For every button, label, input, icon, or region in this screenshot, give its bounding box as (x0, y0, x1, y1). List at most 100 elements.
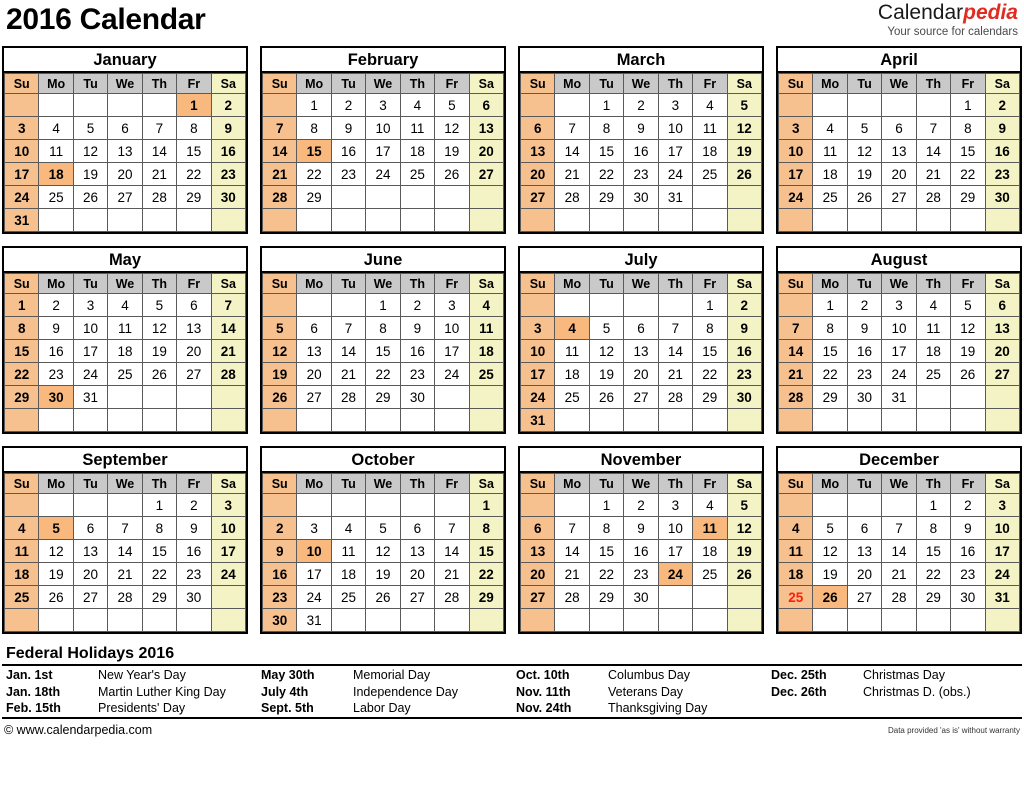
day-cell[interactable]: 27 (519, 585, 556, 609)
day-cell[interactable]: 1 (950, 93, 986, 117)
day-cell[interactable]: 29 (950, 185, 986, 209)
day-cell[interactable]: 25 (38, 185, 74, 209)
day-cell[interactable]: 9 (950, 516, 986, 540)
day-cell[interactable]: 23 (38, 362, 74, 386)
day-cell[interactable]: 4 (692, 493, 728, 517)
day-cell[interactable]: 28 (554, 585, 590, 609)
day-cell[interactable]: 27 (72, 585, 109, 609)
day-cell[interactable]: 14 (657, 339, 694, 363)
day-cell[interactable]: 26 (141, 362, 178, 386)
day-cell[interactable]: 14 (554, 539, 590, 563)
day-cell[interactable]: 7 (434, 516, 470, 540)
day-cell[interactable]: 7 (657, 316, 694, 340)
day-cell[interactable]: 17 (72, 339, 109, 363)
day-cell[interactable]: 7 (881, 516, 917, 540)
day-cell[interactable]: 24 (984, 562, 1021, 586)
day-cell[interactable]: 22 (468, 562, 505, 586)
day-cell-holiday[interactable]: 15 (296, 139, 332, 163)
day-cell[interactable]: 15 (3, 339, 40, 363)
day-cell[interactable]: 18 (692, 539, 728, 563)
day-cell[interactable]: 8 (141, 516, 178, 540)
day-cell[interactable]: 30 (623, 585, 659, 609)
day-cell[interactable]: 13 (72, 539, 109, 563)
day-cell[interactable]: 13 (468, 116, 505, 140)
day-cell[interactable]: 8 (812, 316, 848, 340)
day-cell[interactable]: 1 (588, 493, 625, 517)
day-cell[interactable]: 23 (176, 562, 212, 586)
day-cell[interactable]: 6 (107, 116, 143, 140)
day-cell[interactable]: 20 (72, 562, 109, 586)
day-cell-holiday[interactable]: 4 (554, 316, 590, 340)
day-cell[interactable]: 10 (657, 516, 694, 540)
day-cell[interactable]: 29 (588, 585, 625, 609)
day-cell[interactable]: 2 (726, 293, 763, 317)
day-cell[interactable]: 20 (176, 339, 212, 363)
day-cell-holiday[interactable]: 10 (296, 539, 332, 563)
day-cell[interactable]: 17 (210, 539, 247, 563)
day-cell[interactable]: 2 (261, 516, 298, 540)
day-cell[interactable]: 26 (72, 185, 109, 209)
day-cell[interactable]: 23 (726, 362, 763, 386)
day-cell[interactable]: 16 (984, 139, 1021, 163)
day-cell[interactable]: 21 (554, 162, 590, 186)
day-cell[interactable]: 4 (812, 116, 848, 140)
day-cell[interactable]: 18 (812, 162, 848, 186)
day-cell[interactable]: 10 (519, 339, 556, 363)
day-cell[interactable]: 6 (399, 516, 436, 540)
day-cell[interactable]: 8 (915, 516, 952, 540)
day-cell[interactable]: 10 (210, 516, 247, 540)
day-cell[interactable]: 16 (210, 139, 247, 163)
day-cell[interactable]: 29 (365, 385, 401, 409)
day-cell[interactable]: 14 (915, 139, 952, 163)
day-cell[interactable]: 18 (692, 139, 728, 163)
day-cell[interactable]: 13 (519, 139, 556, 163)
day-cell[interactable]: 23 (623, 562, 659, 586)
day-cell[interactable]: 6 (468, 93, 505, 117)
day-cell[interactable]: 14 (330, 339, 367, 363)
day-cell[interactable]: 16 (38, 339, 74, 363)
day-cell[interactable]: 5 (72, 116, 109, 140)
day-cell[interactable]: 12 (38, 539, 74, 563)
day-cell[interactable]: 7 (330, 316, 367, 340)
day-cell[interactable]: 28 (881, 585, 917, 609)
day-cell[interactable]: 6 (881, 116, 917, 140)
day-cell[interactable]: 9 (399, 316, 436, 340)
day-cell[interactable]: 25 (692, 562, 728, 586)
day-cell[interactable]: 3 (365, 93, 401, 117)
day-cell[interactable]: 30 (726, 385, 763, 409)
day-cell[interactable]: 25 (692, 162, 728, 186)
day-cell[interactable]: 16 (176, 539, 212, 563)
day-cell[interactable]: 19 (38, 562, 74, 586)
day-cell[interactable]: 21 (434, 562, 470, 586)
day-cell[interactable]: 3 (519, 316, 556, 340)
day-cell[interactable]: 24 (365, 162, 401, 186)
day-cell[interactable]: 7 (210, 293, 247, 317)
day-cell[interactable]: 13 (623, 339, 659, 363)
day-cell[interactable]: 17 (519, 362, 556, 386)
day-cell[interactable]: 4 (468, 293, 505, 317)
day-cell[interactable]: 24 (72, 362, 109, 386)
day-cell[interactable]: 21 (141, 162, 178, 186)
day-cell[interactable]: 9 (330, 116, 367, 140)
day-cell[interactable]: 30 (623, 185, 659, 209)
day-cell[interactable]: 8 (296, 116, 332, 140)
day-cell[interactable]: 24 (296, 585, 332, 609)
day-cell[interactable]: 6 (846, 516, 883, 540)
day-cell[interactable]: 24 (3, 185, 40, 209)
day-cell[interactable]: 28 (434, 585, 470, 609)
day-cell[interactable]: 28 (330, 385, 367, 409)
day-cell[interactable]: 2 (210, 93, 247, 117)
day-cell[interactable]: 1 (296, 93, 332, 117)
day-cell[interactable]: 24 (210, 562, 247, 586)
day-cell[interactable]: 12 (261, 339, 298, 363)
day-cell[interactable]: 3 (984, 493, 1021, 517)
day-cell[interactable]: 9 (176, 516, 212, 540)
day-cell[interactable]: 25 (399, 162, 436, 186)
day-cell[interactable]: 25 (812, 185, 848, 209)
day-cell[interactable]: 14 (434, 539, 470, 563)
day-cell[interactable]: 15 (588, 539, 625, 563)
day-cell[interactable]: 28 (915, 185, 952, 209)
day-cell[interactable]: 5 (365, 516, 401, 540)
day-cell[interactable]: 16 (950, 539, 986, 563)
day-cell[interactable]: 24 (434, 362, 470, 386)
